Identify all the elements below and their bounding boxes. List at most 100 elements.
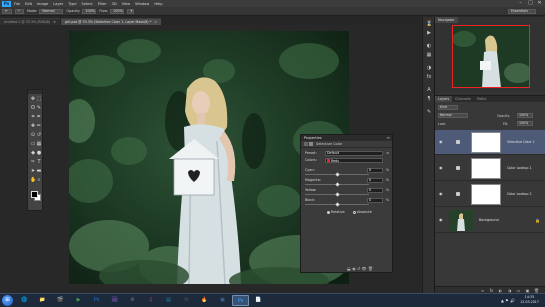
window-icon[interactable]: ▣ <box>214 295 231 306</box>
music-icon[interactable]: ♫ <box>142 295 159 306</box>
gradient-icon[interactable]: ▦ <box>36 141 42 147</box>
tab-paths[interactable]: Paths <box>474 96 489 102</box>
color-icon[interactable]: ◐ <box>426 43 432 49</box>
brush-presets-icon[interactable]: ✎ <box>426 109 432 115</box>
blend-mode-select[interactable]: Normal <box>438 113 468 118</box>
firefox-icon[interactable]: 🔥 <box>196 295 213 306</box>
mail-icon[interactable]: ✉ <box>178 295 195 306</box>
mode-select[interactable]: Normal <box>39 8 64 14</box>
quick-select-icon[interactable]: ✎ <box>36 105 42 111</box>
slider-knob[interactable] <box>334 172 340 177</box>
layer-name[interactable]: Color Lookup 2 <box>507 192 532 196</box>
slider-value-field[interactable]: 0 <box>367 178 383 183</box>
slider-knob[interactable] <box>334 182 340 187</box>
menu-filter[interactable]: Filter <box>98 2 107 6</box>
paragraph-icon[interactable]: ¶ <box>426 96 432 102</box>
layer-row[interactable]: ◉ Color Lookup 1 <box>435 156 545 181</box>
slider-knob[interactable] <box>334 202 340 207</box>
brush-size-picker[interactable]: • <box>15 8 24 14</box>
minimize-button[interactable]: – <box>516 0 525 7</box>
adjustments-icon[interactable]: ◑ <box>426 65 432 71</box>
visibility-icon[interactable]: 👁 <box>361 266 366 271</box>
eye-icon[interactable]: ◉ <box>439 165 444 170</box>
close-tab-icon[interactable]: × <box>53 20 56 24</box>
swatches-icon[interactable]: ▦ <box>426 52 432 58</box>
menu-edit[interactable]: Edit <box>25 2 32 6</box>
actions-icon[interactable]: ▶ <box>426 30 432 36</box>
tab-layers[interactable]: Layers <box>435 96 453 102</box>
photoshop-app-icon[interactable]: Ps <box>88 295 105 306</box>
dodge-icon[interactable]: ● <box>36 150 42 156</box>
media-player-icon[interactable]: ▶ <box>70 295 87 306</box>
start-button[interactable]: ⊞ <box>2 295 13 306</box>
menu-view[interactable]: View <box>122 2 131 6</box>
browser-icon[interactable]: 🌐 <box>16 295 33 306</box>
layer-filter-select[interactable]: Kind <box>438 105 458 110</box>
menu-file[interactable]: File <box>14 2 20 6</box>
delete-adjustment-icon[interactable]: 🗑 <box>368 266 373 271</box>
view-previous-icon[interactable]: ◉ <box>352 266 356 271</box>
navigator-thumbnail[interactable] <box>452 25 530 88</box>
relative-radio[interactable]: Relative <box>327 210 345 214</box>
slider-value-field[interactable]: 0 <box>367 168 383 173</box>
slider-knob[interactable] <box>334 192 340 197</box>
photoshop-active-icon[interactable]: Ps <box>232 295 249 306</box>
layer-row[interactable]: ◉ Color Lookup 2 <box>435 182 545 207</box>
layer-thumbnail[interactable] <box>449 210 473 231</box>
menu-image[interactable]: Image <box>37 2 48 6</box>
eye-icon[interactable]: ◉ <box>439 191 444 196</box>
type-icon[interactable]: T <box>36 159 42 165</box>
maximize-button[interactable]: □ <box>526 0 535 7</box>
foreground-color-swatch[interactable] <box>31 191 38 198</box>
layer-name[interactable]: Selective Color 1 <box>507 140 535 144</box>
layer-mask-thumbnail[interactable] <box>471 184 501 205</box>
shape-icon[interactable]: ▬ <box>36 168 42 174</box>
character-icon[interactable]: A <box>426 87 432 93</box>
zoom-icon[interactable]: ⌕ <box>36 177 42 183</box>
absolute-radio[interactable]: Absolute <box>353 210 372 214</box>
menu-layer[interactable]: Layer <box>53 2 63 6</box>
slider-track[interactable] <box>305 182 369 187</box>
layer-mask-thumbnail[interactable] <box>471 132 501 153</box>
brush-icon[interactable]: ✏ <box>36 123 42 129</box>
tool-preset-picker[interactable]: ✏ <box>2 8 12 14</box>
slider-track[interactable] <box>305 172 369 177</box>
navigator-view-box[interactable] <box>452 25 530 88</box>
workspace-select[interactable]: Essentials <box>508 9 536 14</box>
slider-value-field[interactable]: 0 <box>367 198 383 203</box>
preset-select[interactable]: Default <box>325 151 383 156</box>
mask-icon[interactable] <box>309 142 313 146</box>
marquee-icon[interactable]: ⬚ <box>36 96 42 102</box>
fill-field[interactable]: 100% <box>517 121 533 126</box>
close-button[interactable]: ✕ <box>535 0 544 7</box>
settings-icon[interactable]: ⚙ <box>124 295 141 306</box>
slider-track[interactable] <box>305 192 369 197</box>
tools-panel-header[interactable] <box>28 90 42 94</box>
airbrush-toggle[interactable]: ✈ <box>127 8 135 14</box>
taskbar-clock[interactable]: 14:35 12.03.2017 <box>520 295 539 305</box>
document-tab[interactable]: Untitled-1 @ 33.3% (RGB/8) × <box>0 18 60 25</box>
layer-mask-thumbnail[interactable] <box>471 158 501 179</box>
tab-channels[interactable]: Channels <box>452 96 474 102</box>
opacity-field[interactable]: 100% <box>82 8 97 14</box>
history-brush-icon[interactable]: ↺ <box>36 132 42 138</box>
layer-row[interactable]: ◉ Selective Color 1 <box>435 130 545 155</box>
slider-value-field[interactable]: 0 <box>367 188 383 193</box>
system-tray[interactable]: ▲ ⚑ 🔊 <box>501 298 515 303</box>
eyedropper-icon[interactable]: ✒ <box>36 114 42 120</box>
menu-3d[interactable]: 3D <box>112 2 117 6</box>
video-editor-icon[interactable]: 🎬 <box>52 295 69 306</box>
slider-track[interactable] <box>305 202 369 207</box>
menu-type[interactable]: Type <box>68 2 76 6</box>
layer-row[interactable]: ◉ Background 🔒 <box>435 208 545 233</box>
clip-to-layer-icon[interactable]: ⬓ <box>347 266 351 271</box>
colors-select[interactable]: Reds <box>325 158 383 163</box>
image-viewer-icon[interactable]: 🖼 <box>106 295 123 306</box>
eye-icon[interactable]: ◉ <box>439 217 444 222</box>
menu-help[interactable]: Help <box>154 2 162 6</box>
document-tab-active[interactable]: girl.psd @ 33.3% (Selective Color 1, Lay… <box>60 18 161 25</box>
tab-navigator[interactable]: Navigator <box>435 17 458 23</box>
panel-menu-icon[interactable]: ≡ <box>387 135 390 140</box>
eye-icon[interactable]: ◉ <box>439 139 444 144</box>
spreadsheet-icon[interactable]: ▤ <box>160 295 177 306</box>
